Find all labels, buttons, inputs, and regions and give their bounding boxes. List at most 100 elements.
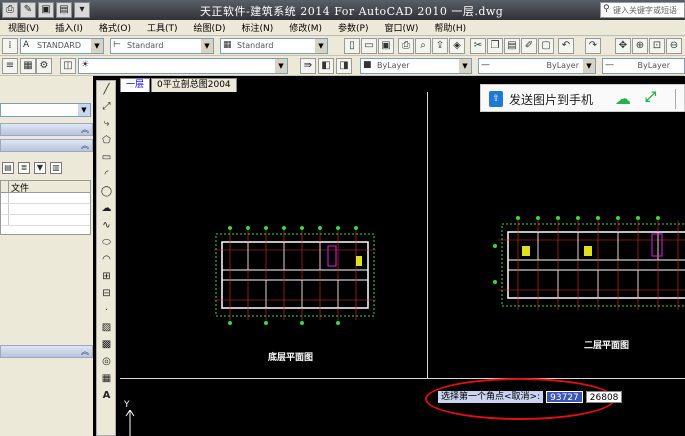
match-properties-icon[interactable]: ✐	[521, 38, 537, 54]
zoom-window-icon[interactable]: ⊡	[649, 38, 665, 54]
chevron-down-icon[interactable]: ▼	[201, 39, 213, 53]
layer-select[interactable]: ☀ ▼	[78, 58, 288, 74]
paste-icon[interactable]: ▤	[504, 38, 520, 54]
building-icon[interactable]: ▥	[50, 162, 62, 174]
new-file-icon[interactable]: ▯	[344, 38, 360, 54]
x-coordinate-input[interactable]: 93727	[546, 390, 583, 403]
drawing-canvas[interactable]: 底层平面图 二层平面图	[120, 92, 685, 436]
table-row[interactable]	[1, 204, 90, 215]
tree-icon[interactable]: ▤	[2, 162, 14, 174]
chevron-up-icon[interactable]: ︽	[81, 140, 89, 151]
menu-format[interactable]: 格式(O)	[91, 20, 139, 35]
color-select[interactable]: ■ ByLayer ▼	[360, 58, 472, 74]
menu-draw[interactable]: 绘图(D)	[186, 20, 234, 35]
list-icon[interactable]: ≣	[18, 162, 30, 174]
lineweight-select[interactable]: — ByLayer	[602, 58, 685, 74]
layer-isolate-icon[interactable]: ◨	[336, 58, 352, 74]
circle-icon[interactable]: ◯	[99, 185, 114, 200]
table-style-select[interactable]: ▦ Standard ▼	[220, 38, 328, 54]
redo-icon[interactable]: ↷	[585, 38, 601, 54]
copy-icon[interactable]: ❐	[487, 38, 503, 54]
text-style-select[interactable]: A STANDARD ▼	[20, 38, 104, 54]
point-icon[interactable]: ·	[99, 304, 114, 319]
send-to-phone-button[interactable]: 发送图片到手机	[509, 91, 593, 108]
menu-help[interactable]: 帮助(H)	[426, 20, 474, 35]
insert-block-icon[interactable]: ⊞	[99, 270, 114, 285]
layer-previous-icon[interactable]: ◧	[318, 58, 334, 74]
menu-insert[interactable]: 插入(I)	[47, 20, 91, 35]
print-icon[interactable]: ⎙	[2, 2, 18, 18]
ellipse-arc-icon[interactable]: ◠	[99, 253, 114, 268]
polyline-icon[interactable]: ⤷	[99, 117, 114, 132]
region-icon[interactable]: ◎	[99, 355, 114, 370]
y-coordinate-input[interactable]: 26808	[585, 390, 623, 403]
menu-view[interactable]: 视图(V)	[0, 20, 47, 35]
menu-tools[interactable]: 工具(T)	[139, 20, 186, 35]
chevron-down-icon[interactable]: ▼	[583, 59, 595, 73]
menu-modify[interactable]: 修改(M)	[281, 20, 330, 35]
pan-icon[interactable]: ✥	[615, 38, 631, 54]
expand-icon[interactable]: ⤢	[645, 89, 656, 105]
3d-dwf-icon[interactable]: ◈	[449, 38, 465, 54]
table-row[interactable]	[1, 193, 90, 204]
chevron-down-icon[interactable]: ▼	[91, 39, 103, 53]
chevron-down-icon[interactable]: ▼	[459, 59, 471, 73]
quick-access-toolbar: ⎙ ✎ ▣ ▤ ▾	[2, 2, 90, 18]
open-icon[interactable]: ▤	[56, 2, 72, 18]
ucs-axis-icon	[125, 410, 135, 436]
spline-icon[interactable]: ∿	[99, 219, 114, 234]
send-to-phone-bar: ⇧ 发送图片到手机 ☁ ⤢	[480, 84, 685, 112]
menu-window[interactable]: 窗口(W)	[376, 20, 426, 35]
gear-icon[interactable]: ⚙	[36, 58, 52, 74]
gradient-icon[interactable]: ▩	[99, 338, 114, 353]
filter-icon[interactable]: ▼	[34, 162, 46, 174]
zoom-realtime-icon[interactable]: ⊕	[632, 38, 648, 54]
layer-state-icon[interactable]: ▦	[20, 58, 36, 74]
plot-preview-icon[interactable]: ⌕	[415, 38, 431, 54]
print-icon[interactable]: ⎙	[398, 38, 414, 54]
arc-icon[interactable]: ◜	[99, 168, 114, 183]
chevron-down-icon[interactable]: ▼	[315, 39, 327, 53]
open-folder-icon[interactable]: ▭	[361, 38, 377, 54]
polygon-icon[interactable]: ⬠	[99, 134, 114, 149]
layer-prev-icon[interactable]: ◫	[60, 58, 76, 74]
make-current-icon[interactable]: ⇛	[300, 58, 316, 74]
chevron-down-icon[interactable]: ▼	[78, 104, 90, 116]
help-search-input[interactable]: ⚲ 键入关键字或短语	[600, 2, 685, 18]
chevron-up-icon[interactable]: ︽	[81, 124, 89, 135]
menu-dimension[interactable]: 标注(N)	[233, 20, 281, 35]
table-icon[interactable]: ▦	[99, 372, 114, 387]
dim-style-select[interactable]: ⊢ Standard ▼	[110, 38, 214, 54]
save-icon[interactable]: ▣	[38, 2, 54, 18]
tab-floor1[interactable]: 一层	[120, 78, 151, 92]
cut-icon[interactable]: ✂	[470, 38, 486, 54]
linetype-select[interactable]: — ByLayer ▼	[478, 58, 596, 74]
pen-icon[interactable]: ✎	[20, 2, 36, 18]
left-panel-select[interactable]: ▼	[0, 103, 91, 117]
make-block-icon[interactable]: ⊟	[99, 287, 114, 302]
chevron-down-icon[interactable]: ▾	[74, 2, 90, 18]
rectangle-icon[interactable]: ▭	[99, 151, 114, 166]
construction-line-icon[interactable]: ⤢	[99, 100, 114, 115]
undo-icon[interactable]: ↶	[558, 38, 574, 54]
block-editor-icon[interactable]: ▢	[538, 38, 554, 54]
chevron-up-icon[interactable]: ︽	[81, 346, 89, 357]
zoom-previous-icon[interactable]: ⊖	[666, 38, 682, 54]
save-icon[interactable]: ▣	[378, 38, 394, 54]
left-panel-section-3[interactable]: ︽	[0, 345, 93, 358]
publish-icon[interactable]: ⇪	[432, 38, 448, 54]
left-panel-section-2[interactable]: ︽	[0, 139, 93, 152]
phone-upload-icon[interactable]: ⇧	[489, 91, 503, 107]
chevron-down-icon[interactable]: ▼	[275, 59, 287, 73]
ellipse-icon[interactable]: ⬭	[99, 236, 114, 251]
hatch-icon[interactable]: ▨	[99, 321, 114, 336]
menu-parameters[interactable]: 参数(P)	[330, 20, 376, 35]
table-row[interactable]	[1, 215, 90, 226]
tab-site-plan[interactable]: 0平立剖总图2004	[151, 78, 237, 92]
cloud-icon[interactable]: ☁	[615, 89, 631, 108]
revision-cloud-icon[interactable]: ☁	[99, 202, 114, 217]
left-panel-section-1[interactable]: ︽	[0, 123, 93, 136]
layer-manager-icon[interactable]: ≡	[2, 58, 18, 74]
multiline-text-icon[interactable]: A	[99, 389, 114, 404]
line-icon[interactable]: ╱	[99, 83, 114, 98]
